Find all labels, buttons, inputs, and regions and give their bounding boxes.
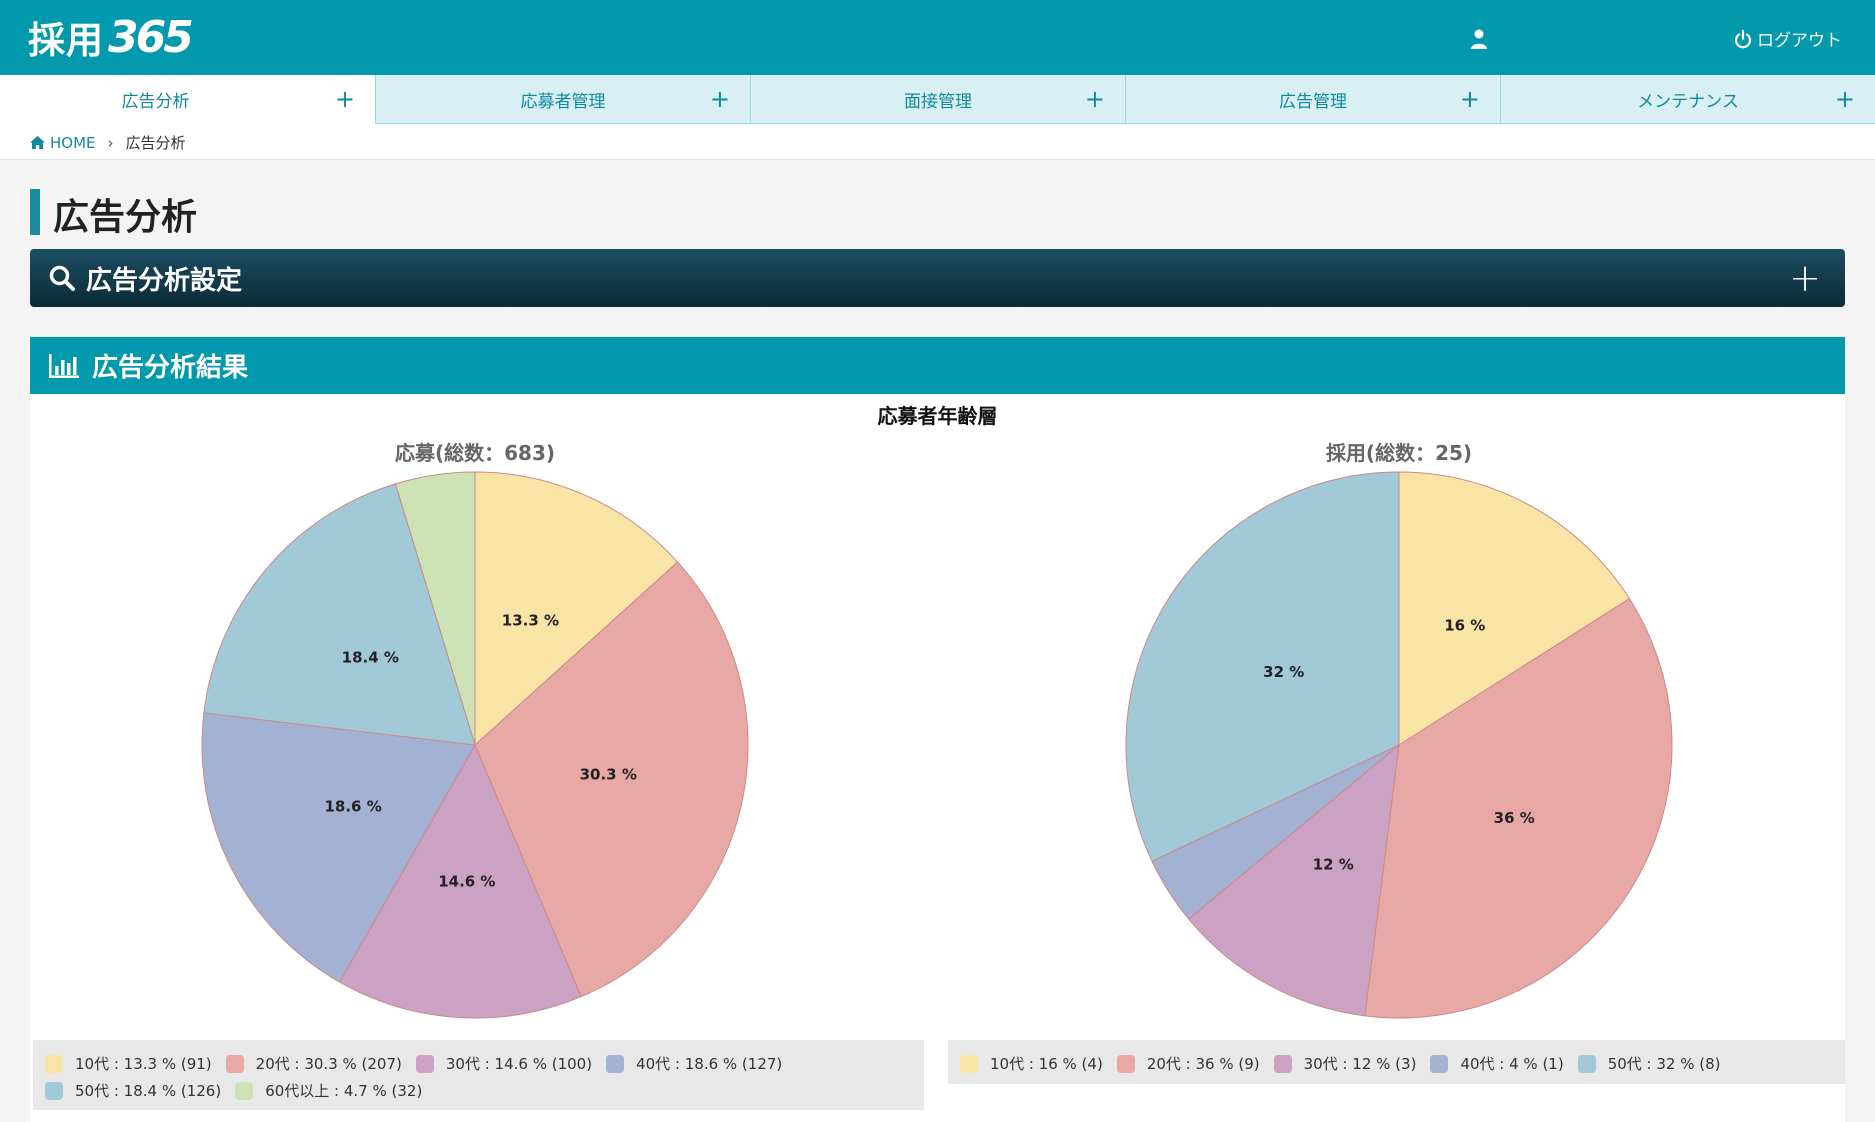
top-header: 採用 365 ログアウト xyxy=(0,0,1875,75)
bar-chart-icon xyxy=(49,353,79,378)
legend-label: 60代以上 : 4.7 % (32) xyxy=(265,1082,423,1100)
page-title: 広告分析 xyxy=(53,197,198,238)
legend-swatch xyxy=(1577,1054,1596,1073)
pie-slice-label: 12 % xyxy=(1313,856,1354,874)
tab-applicant-management[interactable]: 応募者管理 + xyxy=(375,75,750,124)
legend-item[interactable]: 30代 : 14.6 % (100) xyxy=(415,1050,593,1077)
pie-title-hires: 採用(総数：25) xyxy=(1325,441,1473,465)
legend-applications: 10代 : 13.3 % (91) 20代 : 30.3 % (207) 30代 :… xyxy=(33,1040,924,1110)
pie-slice-label: 14.6 % xyxy=(438,872,495,890)
app-logo[interactable]: 採用 365 xyxy=(28,11,194,63)
tab-label: 応募者管理 xyxy=(520,91,606,112)
pie-slice-label: 30.3 % xyxy=(580,766,637,784)
legend-label: 50代 : 18.4 % (126) xyxy=(75,1082,222,1100)
legend-label: 20代 : 36 % (9) xyxy=(1146,1055,1260,1073)
pie-slice-label: 13.3 % xyxy=(502,611,559,629)
legend-swatch xyxy=(225,1054,244,1073)
tab-ad-analysis[interactable]: 広告分析 + xyxy=(0,75,375,124)
legend-item[interactable]: 60代以上 : 4.7 % (32) xyxy=(235,1077,422,1104)
tab-label: メンテナンス xyxy=(1637,91,1739,112)
result-panel-header: 広告分析結果 xyxy=(30,337,1845,394)
logo-kanji: 採用 xyxy=(28,19,104,62)
search-icon xyxy=(49,265,75,291)
pie-chart-applications: 13.3 % 30.3 % 14.6 % 18.6 % 18.4 % xyxy=(201,471,749,1019)
legend-swatch xyxy=(415,1054,434,1073)
legend-swatch xyxy=(45,1054,63,1073)
legend-swatch xyxy=(1116,1054,1135,1073)
tab-label: 広告分析 xyxy=(121,92,190,112)
legend-item[interactable]: 20代 : 30.3 % (207) xyxy=(225,1050,402,1077)
plus-icon[interactable]: + xyxy=(1460,87,1480,111)
plus-icon[interactable]: + xyxy=(1835,87,1855,111)
legend-label: 40代 : 4 % (1) xyxy=(1460,1055,1564,1073)
pie-slice-label: 32 % xyxy=(1263,663,1304,681)
legend-hires: 10代 : 16 % (4) 20代 : 36 % (9) 30代 : 12 % (… xyxy=(948,1040,1845,1084)
legend-item[interactable]: 40代 : 18.6 % (127) xyxy=(606,1050,782,1077)
chart-title: 応募者年齢層 xyxy=(877,404,998,428)
plus-icon[interactable]: + xyxy=(335,87,355,111)
logout-label: ログアウト xyxy=(1757,31,1842,51)
breadcrumb-home[interactable]: HOME xyxy=(30,134,96,152)
legend-item[interactable]: 40代 : 4 % (1) xyxy=(1430,1050,1564,1077)
legend-item[interactable]: 10代 : 13.3 % (91) xyxy=(45,1050,212,1077)
legend-label: 40代 : 18.6 % (127) xyxy=(636,1055,783,1073)
tab-interview-management[interactable]: 面接管理 + xyxy=(750,75,1125,124)
title-accent-bar xyxy=(30,189,40,235)
power-icon xyxy=(1734,29,1752,48)
plus-icon[interactable]: + xyxy=(710,87,730,111)
settings-panel-header[interactable]: 広告分析設定 + xyxy=(30,249,1845,307)
tab-label: 広告管理 xyxy=(1279,91,1347,112)
breadcrumb-band xyxy=(0,124,1875,160)
breadcrumb-home-label: HOME xyxy=(50,133,96,152)
legend-item[interactable]: 10代 : 16 % (4) xyxy=(960,1050,1103,1077)
plus-icon[interactable]: + xyxy=(1085,87,1105,111)
legend-swatch xyxy=(1430,1054,1449,1073)
home-icon xyxy=(30,136,45,149)
tab-maintenance[interactable]: メンテナンス + xyxy=(1500,75,1875,124)
legend-swatch xyxy=(606,1054,625,1073)
breadcrumb: HOME › 広告分析 xyxy=(30,132,186,153)
legend-item[interactable]: 30代 : 12 % (3) xyxy=(1273,1050,1417,1077)
result-panel-title: 広告分析結果 xyxy=(92,353,249,383)
pie-slice-label: 16 % xyxy=(1444,616,1485,634)
legend-label: 30代 : 14.6 % (100) xyxy=(445,1055,593,1073)
legend-swatch xyxy=(235,1081,254,1100)
legend-label: 50代 : 32 % (8) xyxy=(1607,1055,1721,1073)
legend-item[interactable]: 20代 : 36 % (9) xyxy=(1116,1050,1260,1077)
pie-slice-label: 18.4 % xyxy=(342,648,399,666)
legend-label: 10代 : 16 % (4) xyxy=(990,1055,1103,1073)
legend-item[interactable]: 50代 : 32 % (8) xyxy=(1577,1050,1721,1077)
breadcrumb-separator: › xyxy=(107,133,114,152)
legend-swatch xyxy=(960,1054,978,1073)
legend-label: 30代 : 12 % (3) xyxy=(1303,1055,1417,1073)
logo-number: 365 xyxy=(108,11,194,63)
logout-button[interactable]: ログアウト xyxy=(1733,26,1842,51)
pie-slice-label: 36 % xyxy=(1494,809,1535,827)
tab-ad-management[interactable]: 広告管理 + xyxy=(1125,75,1500,124)
breadcrumb-current: 広告分析 xyxy=(125,134,186,152)
main-tabs: 広告分析 + 応募者管理 + 面接管理 + 広告管理 + メンテナンス + xyxy=(0,75,1875,124)
legend-item[interactable]: 50代 : 18.4 % (126) xyxy=(45,1077,221,1104)
pie-title-applications: 応募(総数：683) xyxy=(394,441,556,465)
tab-label: 面接管理 xyxy=(904,91,972,112)
pie-chart-hires: 16 % 36 % 12 % 32 % xyxy=(1125,471,1673,1019)
expand-plus-icon[interactable]: + xyxy=(1789,259,1821,297)
legend-label: 20代 : 30.3 % (207) xyxy=(255,1055,402,1073)
legend-label: 10代 : 13.3 % (91) xyxy=(75,1055,212,1073)
legend-swatch xyxy=(45,1081,63,1100)
pie-slice-label: 18.6 % xyxy=(324,797,381,815)
settings-panel-title: 広告分析設定 xyxy=(86,265,243,296)
user-icon[interactable] xyxy=(1468,28,1490,50)
legend-swatch xyxy=(1273,1054,1292,1073)
